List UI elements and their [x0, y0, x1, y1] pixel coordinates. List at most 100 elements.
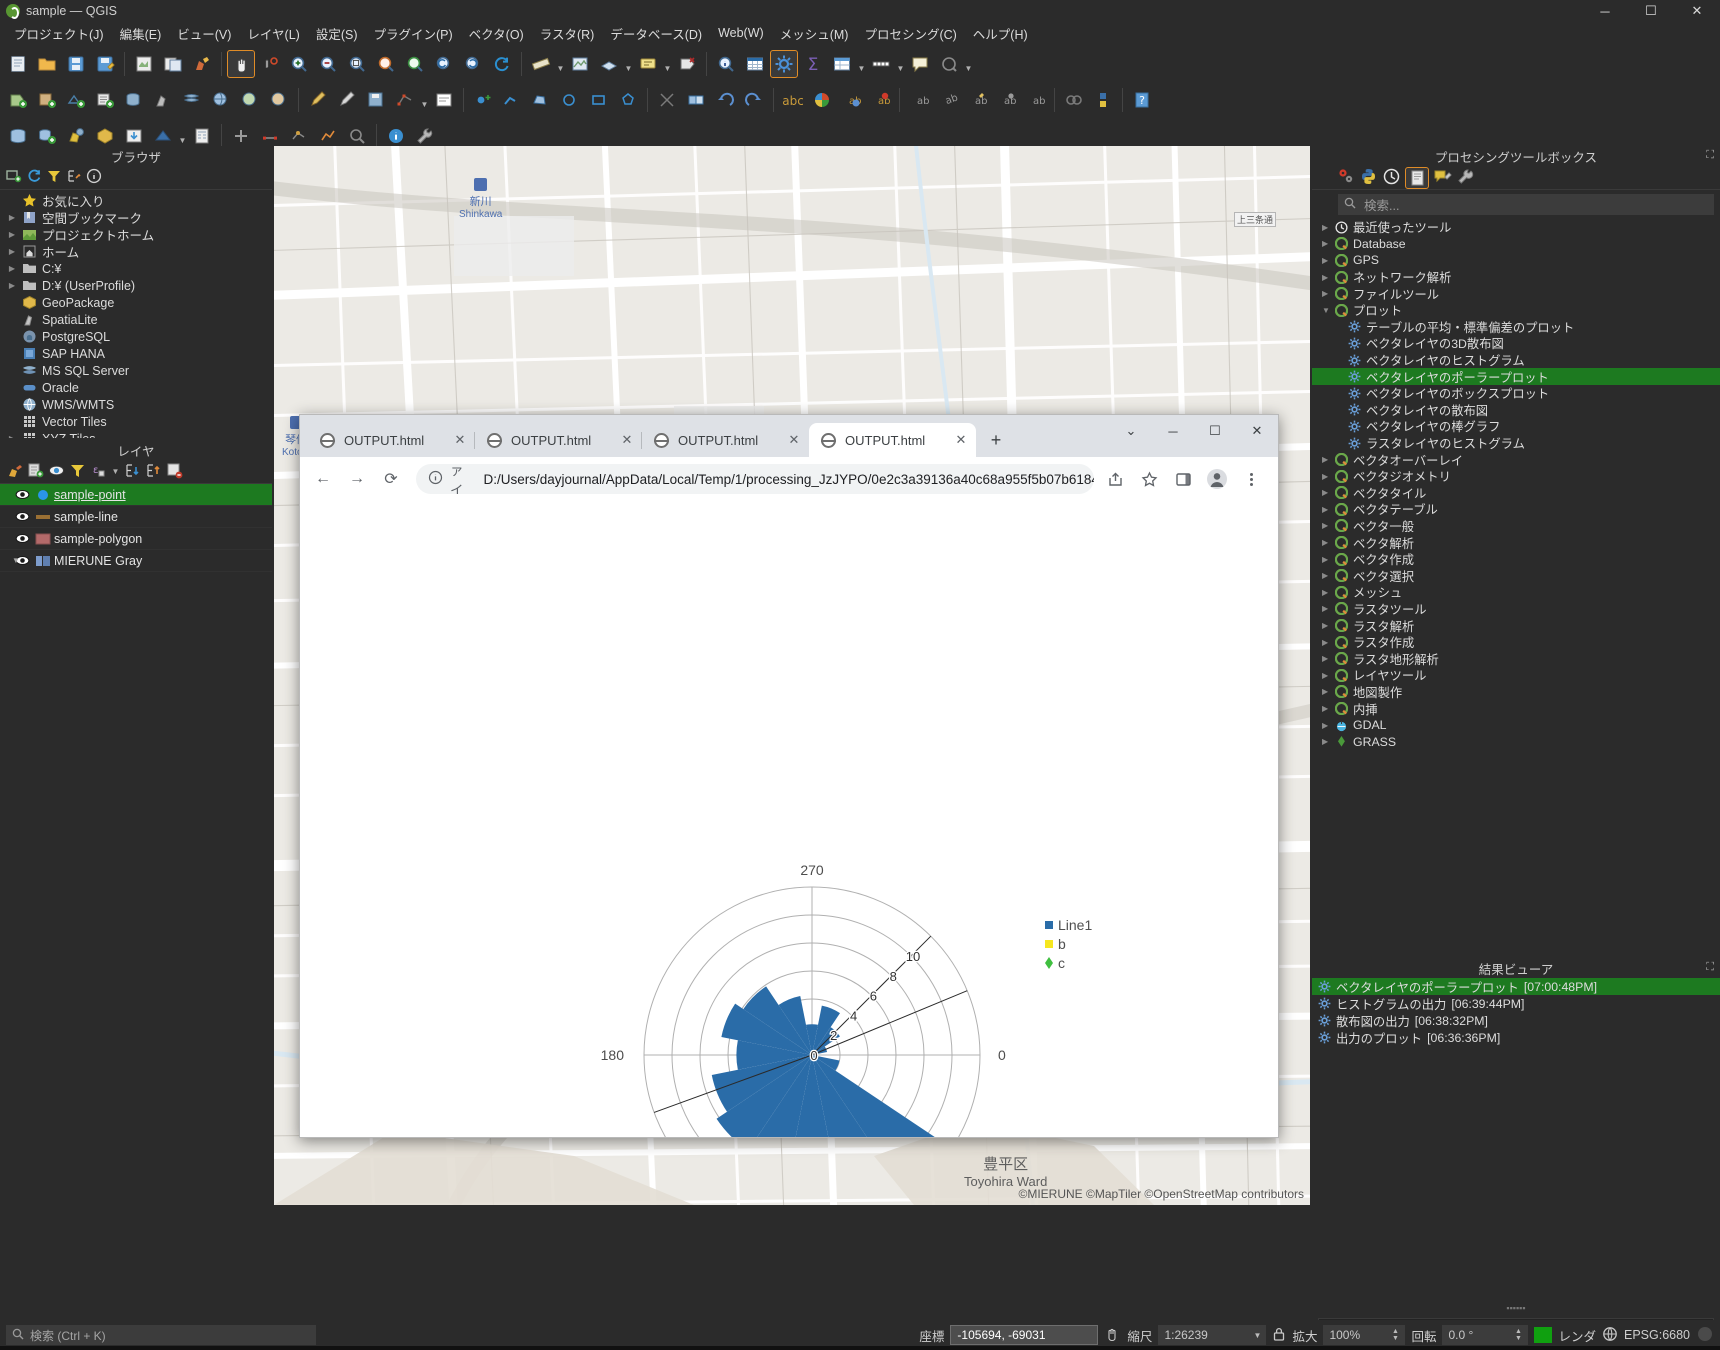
window-close-button[interactable]: ✕ [1674, 0, 1720, 22]
expand-arrow-icon[interactable]: ▶ [1322, 621, 1335, 630]
browser-item-1[interactable]: ▶ 空間ブックマーク [0, 209, 272, 226]
processing-item-24[interactable]: ▶ ラスタ解析 [1312, 617, 1720, 634]
info-icon[interactable] [428, 470, 443, 488]
processing-item-14[interactable]: ▶ ベクタオーバーレイ [1312, 451, 1720, 468]
expand-arrow-icon[interactable]: ▶ [1322, 289, 1335, 298]
processing-item-8[interactable]: ベクタレイヤのヒストグラム [1312, 352, 1720, 369]
help-button[interactable]: ? [1128, 86, 1156, 114]
add-layer-icon[interactable] [6, 168, 22, 187]
browser-item-11[interactable]: Oracle [0, 379, 272, 396]
tab-close-button[interactable]: ✕ [952, 432, 970, 448]
expand-all-icon[interactable] [124, 462, 141, 482]
undo-button[interactable] [711, 86, 739, 114]
browser-item-8[interactable]: PostgreSQL [0, 328, 272, 345]
processing-item-4[interactable]: ▶ ファイルツール [1312, 285, 1720, 302]
lock-scale-icon[interactable] [1272, 1326, 1286, 1345]
layer-item-1[interactable]: sample-line [0, 506, 272, 528]
info-icon[interactable] [86, 168, 102, 187]
save-project-button[interactable] [62, 50, 90, 78]
browser-item-10[interactable]: MS SQL Server [0, 362, 272, 379]
processing-item-2[interactable]: ▶ GPS [1312, 252, 1720, 269]
collapse-all-icon[interactable] [145, 462, 162, 482]
text-annotation-button[interactable] [634, 50, 662, 78]
new-3d-map-view-button[interactable] [595, 50, 623, 78]
menu-item-10[interactable]: メッシュ(M) [772, 22, 857, 45]
expand-arrow-icon[interactable]: ▶ [1322, 472, 1335, 481]
processing-item-6[interactable]: テーブルの平均・標準偏差のプロット [1312, 319, 1720, 336]
processing-item-23[interactable]: ▶ ラスタツール [1312, 601, 1720, 618]
style-manager-icon[interactable] [6, 462, 23, 482]
add-group-icon[interactable] [27, 462, 44, 482]
expand-arrow-icon[interactable]: ▶ [1322, 654, 1335, 663]
view-dropdown-caret[interactable]: ▼ [624, 50, 633, 78]
menu-item-0[interactable]: プロジェクト(J) [6, 22, 112, 45]
measure-line-button[interactable] [527, 50, 555, 78]
processing-item-13[interactable]: ラスタレイヤのヒストグラム [1312, 435, 1720, 452]
processing-item-27[interactable]: ▶ レイヤツール [1312, 667, 1720, 684]
processing-item-19[interactable]: ▶ ベクタ解析 [1312, 534, 1720, 551]
add-wms-layer-button[interactable] [207, 86, 235, 114]
processing-item-0[interactable]: ▶ 最近使ったツール [1312, 219, 1720, 236]
run-model-icon[interactable] [1336, 167, 1355, 189]
pan-to-selection-button[interactable] [256, 50, 284, 78]
current-edits-button[interactable] [304, 86, 332, 114]
expand-arrow-icon[interactable]: ▶ [4, 264, 20, 273]
processing-item-1[interactable]: ▶ Database [1312, 236, 1720, 253]
zoom-next-button[interactable] [459, 50, 487, 78]
processing-item-20[interactable]: ▶ ベクタ作成 [1312, 551, 1720, 568]
measure-dropdown-caret[interactable]: ▼ [556, 50, 565, 78]
filter-icon[interactable] [46, 168, 62, 187]
results-list[interactable]: ベクタレイヤのポーラープロット [07:00:48PM] ヒストグラムの出力 [06:… [1312, 978, 1720, 1046]
processing-item-12[interactable]: ベクタレイヤの棒グラフ [1312, 418, 1720, 435]
visibility-icon[interactable] [48, 462, 65, 482]
expand-arrow-icon[interactable]: ▶ [1322, 704, 1335, 713]
data-source-manager-button[interactable] [828, 50, 856, 78]
result-item-2[interactable]: 散布図の出力 [06:38:32PM] [1312, 1012, 1720, 1029]
expand-arrow-icon[interactable]: ▶ [1322, 521, 1335, 530]
data-source-caret[interactable]: ▼ [857, 50, 866, 78]
processing-item-10[interactable]: ベクタレイヤのボックスプロット [1312, 385, 1720, 402]
add-rectangle-feature-button[interactable] [585, 86, 613, 114]
remove-layer-icon[interactable] [166, 462, 183, 482]
expand-arrow-icon[interactable]: ▶ [1322, 488, 1335, 497]
bookmark-star-icon[interactable] [1134, 464, 1164, 494]
processing-item-26[interactable]: ▶ ラスタ地形解析 [1312, 650, 1720, 667]
layer-item-0[interactable]: sample-point [0, 484, 272, 506]
browser-item-0[interactable]: お気に入り [0, 192, 272, 209]
expand-arrow-icon[interactable]: ▶ [4, 213, 20, 222]
tab-close-button[interactable]: ✕ [785, 432, 803, 448]
scale-combobox[interactable]: 1:26239 ▼ [1158, 1325, 1267, 1345]
add-regular-polygon-button[interactable] [614, 86, 642, 114]
panel-float-icon[interactable]: ⛶ [1706, 961, 1714, 974]
menu-item-12[interactable]: ヘルプ(H) [965, 22, 1036, 45]
processing-item-25[interactable]: ▶ ラスタ作成 [1312, 634, 1720, 651]
profile-avatar-icon[interactable] [1202, 464, 1232, 494]
processing-item-28[interactable]: ▶ 地図製作 [1312, 684, 1720, 701]
zoom-in-button[interactable] [285, 50, 313, 78]
pan-map-button[interactable] [227, 50, 255, 78]
processing-item-22[interactable]: ▶ メッシュ [1312, 584, 1720, 601]
options-icon[interactable] [1456, 167, 1475, 189]
processing-item-9[interactable]: ベクタレイヤのポーラープロット [1312, 368, 1720, 385]
processing-item-17[interactable]: ▶ ベクタテーブル [1312, 501, 1720, 518]
magnifier-stepper[interactable]: ▲ ▼ [1389, 1328, 1401, 1342]
add-raster-layer-button[interactable] [33, 86, 61, 114]
map-tips-button[interactable] [906, 50, 934, 78]
menu-item-2[interactable]: ビュー(V) [169, 22, 239, 45]
add-point-feature-button[interactable] [469, 86, 497, 114]
processing-item-7[interactable]: ベクタレイヤの3D散布図 [1312, 335, 1720, 352]
georeferencer-button[interactable] [1060, 86, 1088, 114]
rotation-input[interactable]: 0.0 ° ▲ ▼ [1442, 1325, 1529, 1345]
expand-arrow-icon[interactable]: ▶ [1322, 737, 1335, 746]
processing-item-15[interactable]: ▶ ベクタジオメトリ [1312, 468, 1720, 485]
expand-arrow-icon[interactable]: ▶ [4, 281, 20, 290]
forward-button[interactable]: → [342, 464, 372, 494]
zoom-to-selection-button[interactable] [372, 50, 400, 78]
open-attribute-table-button[interactable] [741, 50, 769, 78]
coordinate-input[interactable]: -105694, -69031 [950, 1325, 1099, 1345]
expand-arrow-icon[interactable]: ▶ [1322, 555, 1335, 564]
chrome-minimize-button[interactable]: ─ [1152, 415, 1194, 447]
expand-arrow-icon[interactable]: ▶ [1322, 223, 1335, 232]
add-wcs-layer-button[interactable] [236, 86, 264, 114]
window-minimize-button[interactable]: ─ [1582, 0, 1628, 22]
